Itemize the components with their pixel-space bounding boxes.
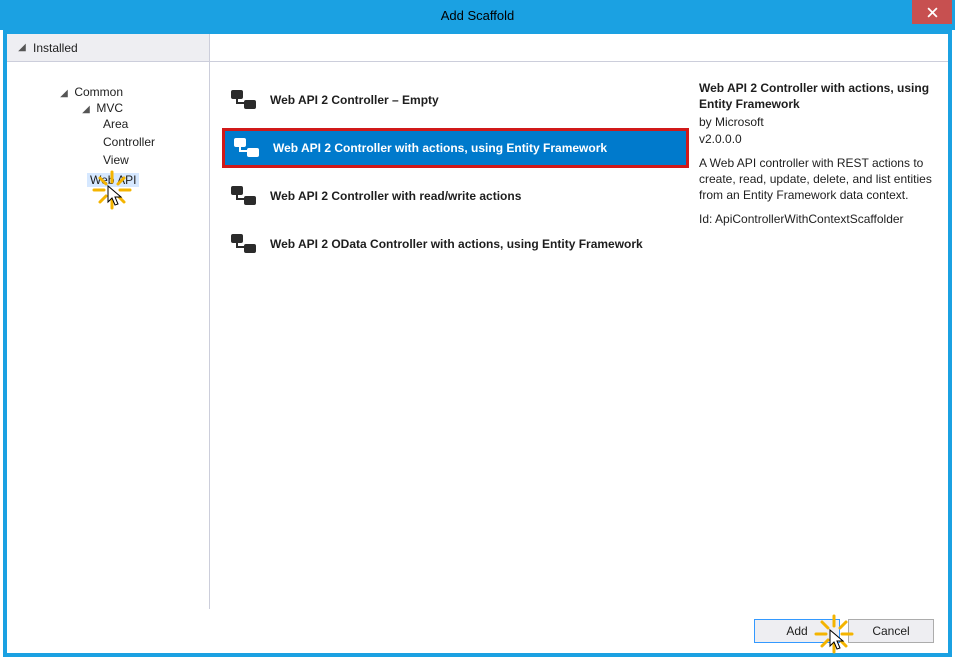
tab-label: Installed — [33, 41, 78, 55]
tab-installed[interactable]: ◢ Installed — [7, 34, 210, 61]
window-title: Add Scaffold — [0, 8, 955, 23]
info-publisher: by Microsoft — [699, 114, 936, 130]
dialog-body: ◢ Common ◢ MVC Area — [7, 62, 948, 609]
info-id: Id: ApiControllerWithContextScaffolder — [699, 211, 936, 227]
tree-node-common[interactable]: ◢ Common ◢ MVC Area — [47, 83, 209, 191]
template-label: Web API 2 Controller with read/write act… — [270, 189, 521, 203]
titlebar: Add Scaffold — [0, 0, 955, 30]
template-list: Web API 2 Controller – Empty Web API 2 C… — [210, 62, 699, 609]
close-icon — [927, 7, 938, 18]
tree-label: Web API — [87, 173, 139, 187]
tree-label: Area — [103, 117, 128, 131]
controller-icon — [233, 137, 261, 159]
tree-label: MVC — [96, 101, 123, 115]
tree-node-area[interactable]: Area — [91, 115, 209, 133]
window-frame: ◢ Installed ◢ Common ◢ MVC — [3, 30, 952, 657]
template-label: Web API 2 Controller – Empty — [270, 93, 439, 107]
info-version: v2.0.0.0 — [699, 131, 936, 147]
controller-icon — [230, 233, 258, 255]
template-item-selected[interactable]: Web API 2 Controller with actions, using… — [222, 128, 689, 168]
info-description: A Web API controller with REST actions t… — [699, 155, 936, 204]
tree-node-view[interactable]: View — [91, 151, 209, 169]
tree-node-controller[interactable]: Controller — [91, 133, 209, 151]
cancel-button[interactable]: Cancel — [848, 619, 934, 643]
template-info: Web API 2 Controller with actions, using… — [699, 62, 948, 609]
collapse-icon: ◢ — [81, 104, 91, 115]
template-label: Web API 2 Controller with actions, using… — [273, 141, 607, 155]
add-button[interactable]: Add — [754, 619, 840, 643]
template-item[interactable]: Web API 2 OData Controller with actions,… — [222, 224, 689, 264]
tree-node-mvc[interactable]: ◢ MVC Area Controller — [69, 99, 209, 171]
controller-icon — [230, 185, 258, 207]
tree-label: View — [103, 153, 129, 167]
content-area: Web API 2 Controller – Empty Web API 2 C… — [210, 62, 948, 609]
tree-label: Common — [74, 85, 123, 99]
category-tabstrip: ◢ Installed — [7, 34, 948, 62]
dialog-footer: Add Cancel — [7, 609, 948, 653]
template-label: Web API 2 OData Controller with actions,… — [270, 237, 643, 251]
tree-node-webapi[interactable]: Web API — [69, 171, 209, 189]
collapse-icon: ◢ — [59, 88, 69, 99]
client-area: ◢ Installed ◢ Common ◢ MVC — [7, 34, 948, 653]
template-item[interactable]: Web API 2 Controller with read/write act… — [222, 176, 689, 216]
info-title: Web API 2 Controller with actions, using… — [699, 80, 936, 112]
collapse-icon: ◢ — [17, 42, 27, 53]
controller-icon — [230, 89, 258, 111]
close-button[interactable] — [912, 0, 952, 24]
template-item[interactable]: Web API 2 Controller – Empty — [222, 80, 689, 120]
category-tree: ◢ Common ◢ MVC Area — [7, 62, 210, 609]
tree-label: Controller — [103, 135, 155, 149]
